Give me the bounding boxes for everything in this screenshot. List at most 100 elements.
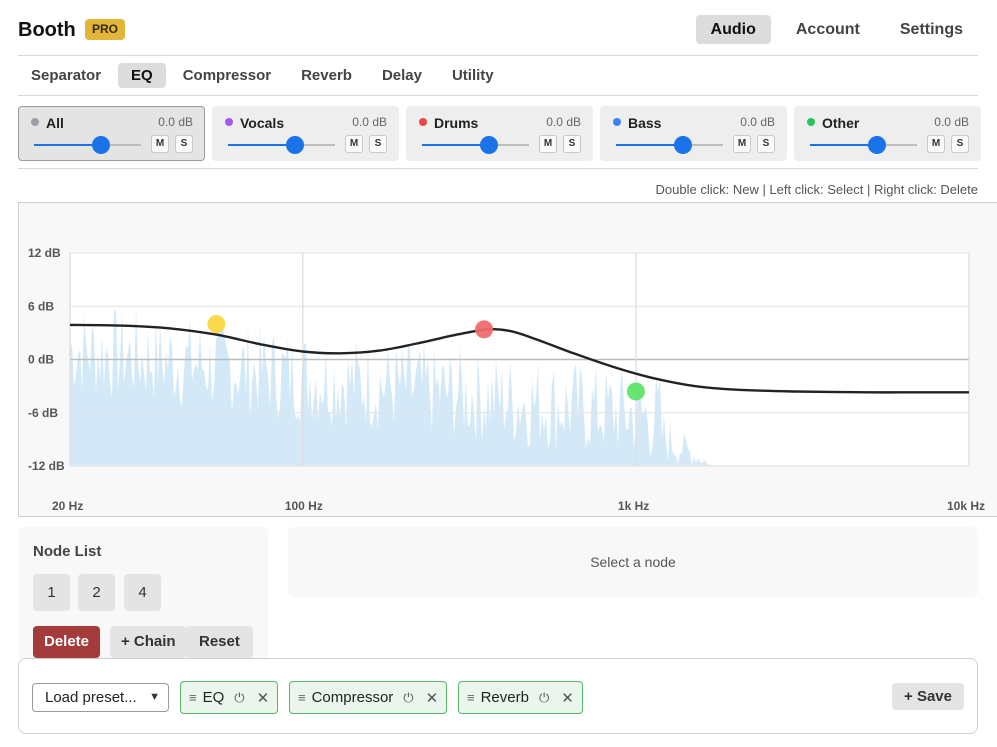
solo-button[interactable]: S (563, 135, 581, 153)
eq-chart-svg[interactable]: 12 dB 6 dB 0 dB -6 dB -12 dB 20 Hz 100 Hz 1k Hz… (19, 203, 997, 518)
node-button-4[interactable]: 4 (124, 574, 161, 611)
tab-utility[interactable]: Utility (439, 63, 507, 88)
reset-button[interactable]: Reset (186, 626, 253, 658)
stem-card-bass[interactable]: Bass 0.0 dB M S (600, 106, 787, 161)
y-tick-label: -12 dB (28, 459, 65, 473)
stem-color-dot (419, 118, 427, 126)
app-header: Booth PRO Audio Account Settings (18, 0, 978, 56)
tab-reverb[interactable]: Reverb (288, 63, 365, 88)
tab-separator[interactable]: Separator (18, 63, 114, 88)
slider-fill (810, 144, 877, 146)
x-tick-label: 100 Hz (285, 499, 323, 513)
stem-gain-slider[interactable] (810, 136, 917, 154)
mute-button[interactable]: M (733, 135, 751, 153)
nav-audio[interactable]: Audio (695, 15, 771, 44)
mute-button[interactable]: M (539, 135, 557, 153)
nav-account[interactable]: Account (781, 15, 875, 44)
chain-chip-label: Compressor (311, 689, 394, 706)
effect-chain-bar: Load preset... ▼ ≡ EQ ⏻ ✕ ≡ Compressor ⏻… (18, 658, 978, 734)
y-tick-label: 12 dB (28, 246, 61, 260)
drag-handle-icon[interactable]: ≡ (467, 690, 475, 705)
stem-card-vocals[interactable]: Vocals 0.0 dB M S (212, 106, 399, 161)
chain-chip-label: Reverb (480, 689, 529, 706)
stem-gain-value: 0.0 dB (934, 115, 969, 129)
slider-thumb[interactable] (674, 136, 692, 154)
stem-gain-slider[interactable] (228, 136, 335, 154)
chain-chip-eq[interactable]: ≡ EQ ⏻ ✕ (180, 681, 279, 714)
stem-name: Vocals (240, 115, 285, 131)
x-tick-label: 10k Hz (947, 499, 985, 513)
eq-node-2[interactable] (475, 320, 494, 339)
solo-button[interactable]: S (369, 135, 387, 153)
stem-gain-slider[interactable] (34, 136, 141, 154)
stem-card-other[interactable]: Other 0.0 dB M S (794, 106, 981, 161)
stem-gain-slider[interactable] (422, 136, 529, 154)
stem-gain-value: 0.0 dB (158, 115, 193, 129)
eq-node-1[interactable] (207, 315, 226, 333)
delete-node-button[interactable]: Delete (33, 626, 101, 658)
load-preset-select[interactable]: Load preset... ▼ (32, 683, 169, 712)
app-brand: Booth (18, 19, 76, 41)
add-chain-button[interactable]: + Chain (110, 626, 187, 658)
eq-graph[interactable]: 12 dB 6 dB 0 dB -6 dB -12 dB 20 Hz 100 Hz 1k Hz… (18, 202, 997, 517)
tab-eq[interactable]: EQ (118, 63, 166, 88)
close-icon[interactable]: ✕ (257, 689, 270, 707)
slider-thumb[interactable] (92, 136, 110, 154)
tab-compressor[interactable]: Compressor (170, 63, 284, 88)
mute-button[interactable]: M (927, 135, 945, 153)
node-detail-placeholder: Select a node (590, 554, 676, 570)
node-detail-panel: Select a node (288, 527, 978, 597)
node-button-2[interactable]: 2 (78, 574, 115, 611)
stem-color-dot (225, 118, 233, 126)
node-list-panel: Node List 1 2 4 Delete + Chain Reset (18, 527, 268, 662)
main-nav: Audio Account Settings (686, 15, 978, 44)
solo-button[interactable]: S (757, 135, 775, 153)
x-tick-label: 20 Hz (52, 499, 83, 513)
interaction-hint: Double click: New | Left click: Select |… (655, 182, 978, 197)
node-list-title: Node List (33, 543, 102, 560)
stem-card-all[interactable]: All 0.0 dB M S (18, 106, 205, 161)
stem-gain-value: 0.0 dB (740, 115, 775, 129)
eq-node-4[interactable] (626, 382, 645, 401)
chain-chip-reverb[interactable]: ≡ Reverb ⏻ ✕ (458, 681, 583, 714)
slider-thumb[interactable] (868, 136, 886, 154)
power-icon[interactable]: ⏻ (539, 690, 549, 706)
drag-handle-icon[interactable]: ≡ (189, 690, 197, 705)
drag-handle-icon[interactable]: ≡ (298, 690, 306, 705)
power-icon[interactable]: ⏻ (234, 690, 244, 706)
stem-gain-slider[interactable] (616, 136, 723, 154)
stem-gain-value: 0.0 dB (352, 115, 387, 129)
preset-select-value: Load preset... (45, 689, 137, 706)
stem-name: Other (822, 115, 860, 131)
slider-thumb[interactable] (480, 136, 498, 154)
power-icon[interactable]: ⏻ (403, 690, 413, 706)
slider-fill (422, 144, 489, 146)
slider-fill (34, 144, 101, 146)
stem-color-dot (31, 118, 39, 126)
stems-divider (18, 168, 978, 169)
mute-button[interactable]: M (151, 135, 169, 153)
module-tabs: Separator EQ Compressor Reverb Delay Uti… (18, 63, 978, 96)
tab-delay[interactable]: Delay (369, 63, 435, 88)
mute-button[interactable]: M (345, 135, 363, 153)
slider-fill (616, 144, 683, 146)
y-tick-label: 6 dB (28, 299, 54, 313)
stem-name: All (46, 115, 64, 131)
stem-name: Bass (628, 115, 662, 131)
y-tick-label: 0 dB (28, 353, 54, 367)
slider-fill (228, 144, 295, 146)
y-tick-label: -6 dB (28, 406, 58, 420)
chevron-down-icon: ▼ (149, 691, 160, 703)
nav-settings[interactable]: Settings (885, 15, 978, 44)
stem-strip: All 0.0 dB M S Vocals 0.0 dB M S Drums 0.0 dB M S Ba… (18, 106, 988, 168)
solo-button[interactable]: S (951, 135, 969, 153)
slider-thumb[interactable] (286, 136, 304, 154)
save-preset-button[interactable]: + Save (892, 683, 964, 710)
chain-chip-compressor[interactable]: ≡ Compressor ⏻ ✕ (289, 681, 448, 714)
stem-name: Drums (434, 115, 479, 131)
close-icon[interactable]: ✕ (561, 689, 574, 707)
stem-card-drums[interactable]: Drums 0.0 dB M S (406, 106, 593, 161)
node-button-1[interactable]: 1 (33, 574, 70, 611)
close-icon[interactable]: ✕ (426, 689, 439, 707)
solo-button[interactable]: S (175, 135, 193, 153)
